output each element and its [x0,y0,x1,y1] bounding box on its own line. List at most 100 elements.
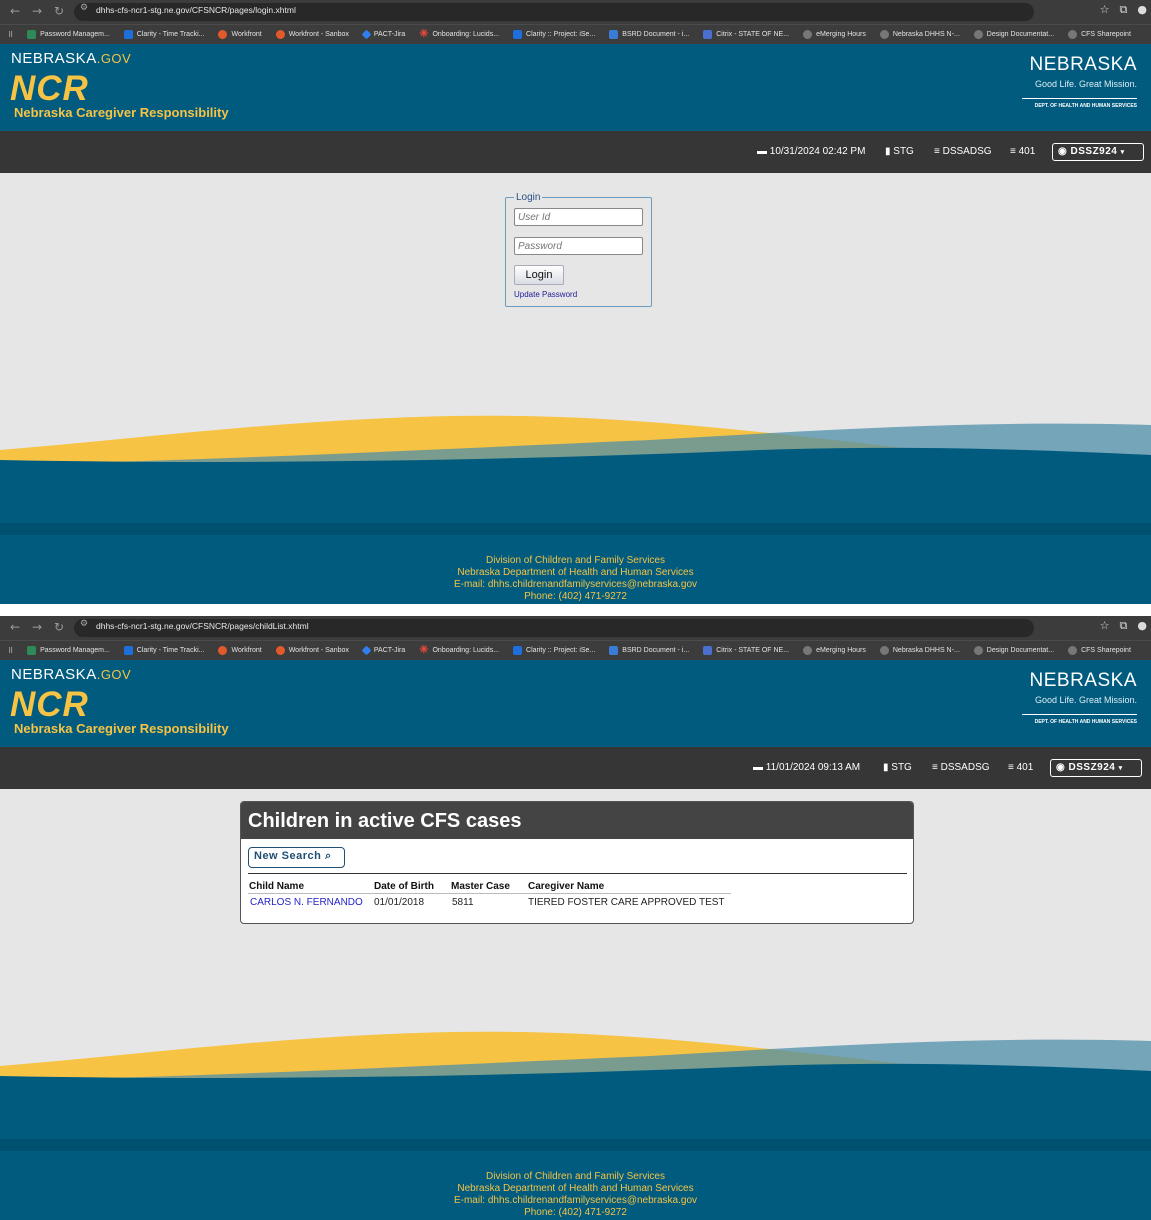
bookmark-icon [275,30,285,39]
dhhs-logo: NEBRASKA Good Life. Great Mission. DEPT.… [1022,54,1137,109]
login-legend: Login [514,192,543,203]
bookmark-icon [123,646,133,655]
password-input[interactable] [514,237,643,255]
back-icon[interactable]: ← [10,4,20,18]
back-icon[interactable]: ← [10,620,20,634]
star-icon[interactable]: ☆ [1100,619,1110,633]
star-icon[interactable]: ☆ [1100,3,1110,17]
bookmark-icon [27,646,37,655]
user-menu-button[interactable]: ◉ DSSZ924 ▾ [1052,143,1144,161]
site-footer: Division of Children and Family Services… [0,1151,1151,1220]
bookmarks-bar: ⠿ Password Managem... Clarity - Time Tra… [0,640,1151,660]
update-password-link[interactable]: Update Password [514,290,577,299]
bookmark-item[interactable]: Workfront [218,30,262,39]
bookmark-icon [703,646,713,655]
database: ≡ DSSADSG [932,762,990,773]
bookmark-item[interactable]: Citrix - STATE OF NE... [703,30,789,39]
bookmark-item[interactable]: Workfront [218,646,262,655]
bookmark-item[interactable]: eMerging Hours [803,30,866,39]
apps-icon[interactable]: ⠿ [8,31,13,39]
bookmark-icon [275,646,285,655]
bookmark-icon [123,30,133,39]
chevron-down-icon: ▾ [1120,149,1125,156]
extensions-icon[interactable]: ⧉ [1120,3,1128,17]
bookmark-item[interactable]: BSRD Document - i... [609,30,689,39]
child-name-link[interactable]: CARLOS N. FERNANDO [250,897,363,908]
nebraska-gov-logo[interactable]: NEBRASKA.GOV [11,50,131,67]
bookmark-icon [27,30,37,39]
url-text[interactable]: dhhs-cfs-ncr1-stg.ne.gov/CFSNCR/pages/lo… [96,5,296,15]
column-header[interactable]: Date of Birth [374,881,434,892]
database: ≡ DSSADSG [934,146,992,157]
bookmark-item[interactable]: Workfront - Sanbox [275,646,349,655]
bookmark-item[interactable]: Password Managem... [27,30,110,39]
bookmark-item[interactable]: Clarity :: Project: iSe... [513,30,595,39]
search-icon: ⌕ [324,850,332,862]
bookmark-item[interactable]: Password Managem... [27,646,110,655]
column-header[interactable]: Master Case [451,881,510,892]
bookmark-item[interactable]: Citrix - STATE OF NE... [703,646,789,655]
login-button[interactable]: Login [514,265,564,285]
divider [248,893,731,894]
bookmark-item[interactable]: Clarity :: Project: iSe... [513,646,595,655]
forward-icon[interactable]: → [32,620,42,634]
children-panel: Children in active CFS cases New Search … [240,801,914,924]
reload-icon[interactable]: ↻ [54,620,64,634]
site-info-icon[interactable]: ⚙ [80,619,88,629]
profile-icon[interactable]: ● [1137,3,1147,17]
environment: ▮ STG [883,762,912,773]
bookmark-icon [361,645,372,656]
bookmarks-bar: ⠿ Password Managem... Clarity - Time Tra… [0,24,1151,44]
datetime: ▬ 11/01/2024 09:13 AM [753,762,861,773]
login-screenshot: ← → ↻ ⚙ dhhs-cfs-ncr1-stg.ne.gov/CFSNCR/… [0,0,1151,604]
app-name: Nebraska Caregiver Responsibility [14,721,229,736]
column-header[interactable]: Child Name [249,881,304,892]
site-info-icon[interactable]: ⚙ [80,3,88,13]
nebraska-gov-logo[interactable]: NEBRASKA.GOV [11,666,131,683]
user-icon: ◉ [1058,146,1068,157]
bookmark-item[interactable]: CFS Sharepoint [1068,646,1131,655]
bookmark-item[interactable]: Nebraska DHHS N-... [879,30,960,39]
bookmark-item[interactable]: PACT-Jira [361,645,405,656]
bookmark-item[interactable]: CFS Sharepoint [1068,30,1131,39]
bookmark-item[interactable]: ✳ Onboarding: Lucids... [419,28,499,40]
screenshot-divider [0,604,1151,616]
bookmark-icon [609,646,619,655]
bookmark-item[interactable]: Workfront - Sanbox [275,30,349,39]
extensions-icon[interactable]: ⧉ [1120,619,1128,633]
server: ≡ 401 [1008,762,1034,773]
bookmark-item[interactable]: BSRD Document - i... [609,646,689,655]
site-header: NEBRASKA.GOV NCR Nebraska Caregiver Resp… [0,44,1151,131]
new-search-button[interactable]: New Search ⌕ [248,847,345,868]
profile-icon[interactable]: ● [1137,619,1147,633]
globe-icon [803,646,813,655]
user-id-input[interactable] [514,208,643,226]
globe-icon [1068,646,1078,655]
column-header[interactable]: Caregiver Name [528,881,604,892]
bookmark-item[interactable]: eMerging Hours [803,646,866,655]
site-header: NEBRASKA.GOV NCR Nebraska Caregiver Resp… [0,660,1151,747]
bookmark-item[interactable]: Design Documentat... [973,646,1054,655]
bookmark-item[interactable]: Nebraska DHHS N-... [879,646,960,655]
reload-icon[interactable]: ↻ [54,4,64,18]
decorative-wave [0,1031,1151,1151]
bookmark-icon [218,646,228,655]
app-abbrev: NCR [10,685,89,724]
bookmark-item[interactable]: ✳ Onboarding: Lucids... [419,645,499,656]
app-name: Nebraska Caregiver Responsibility [14,105,229,120]
bookmark-item[interactable]: Design Documentat... [973,30,1054,39]
forward-icon[interactable]: → [32,4,42,18]
user-menu-button[interactable]: ◉ DSSZ924 ▾ [1050,759,1142,777]
app-abbrev: NCR [10,69,89,108]
bookmark-item[interactable]: Clarity - Time Tracki... [123,646,204,655]
bookmark-icon [361,29,372,40]
url-text[interactable]: dhhs-cfs-ncr1-stg.ne.gov/CFSNCR/pages/ch… [96,621,309,631]
bookmark-icon: ✳ [419,28,429,40]
server: ≡ 401 [1010,146,1036,157]
decorative-wave [0,415,1151,535]
bookmark-icon [703,30,713,39]
bookmark-item[interactable]: Clarity - Time Tracki... [123,30,204,39]
bookmark-item[interactable]: PACT-Jira [361,29,405,40]
apps-icon[interactable]: ⠿ [8,647,13,655]
site-footer: Division of Children and Family Services… [0,535,1151,604]
